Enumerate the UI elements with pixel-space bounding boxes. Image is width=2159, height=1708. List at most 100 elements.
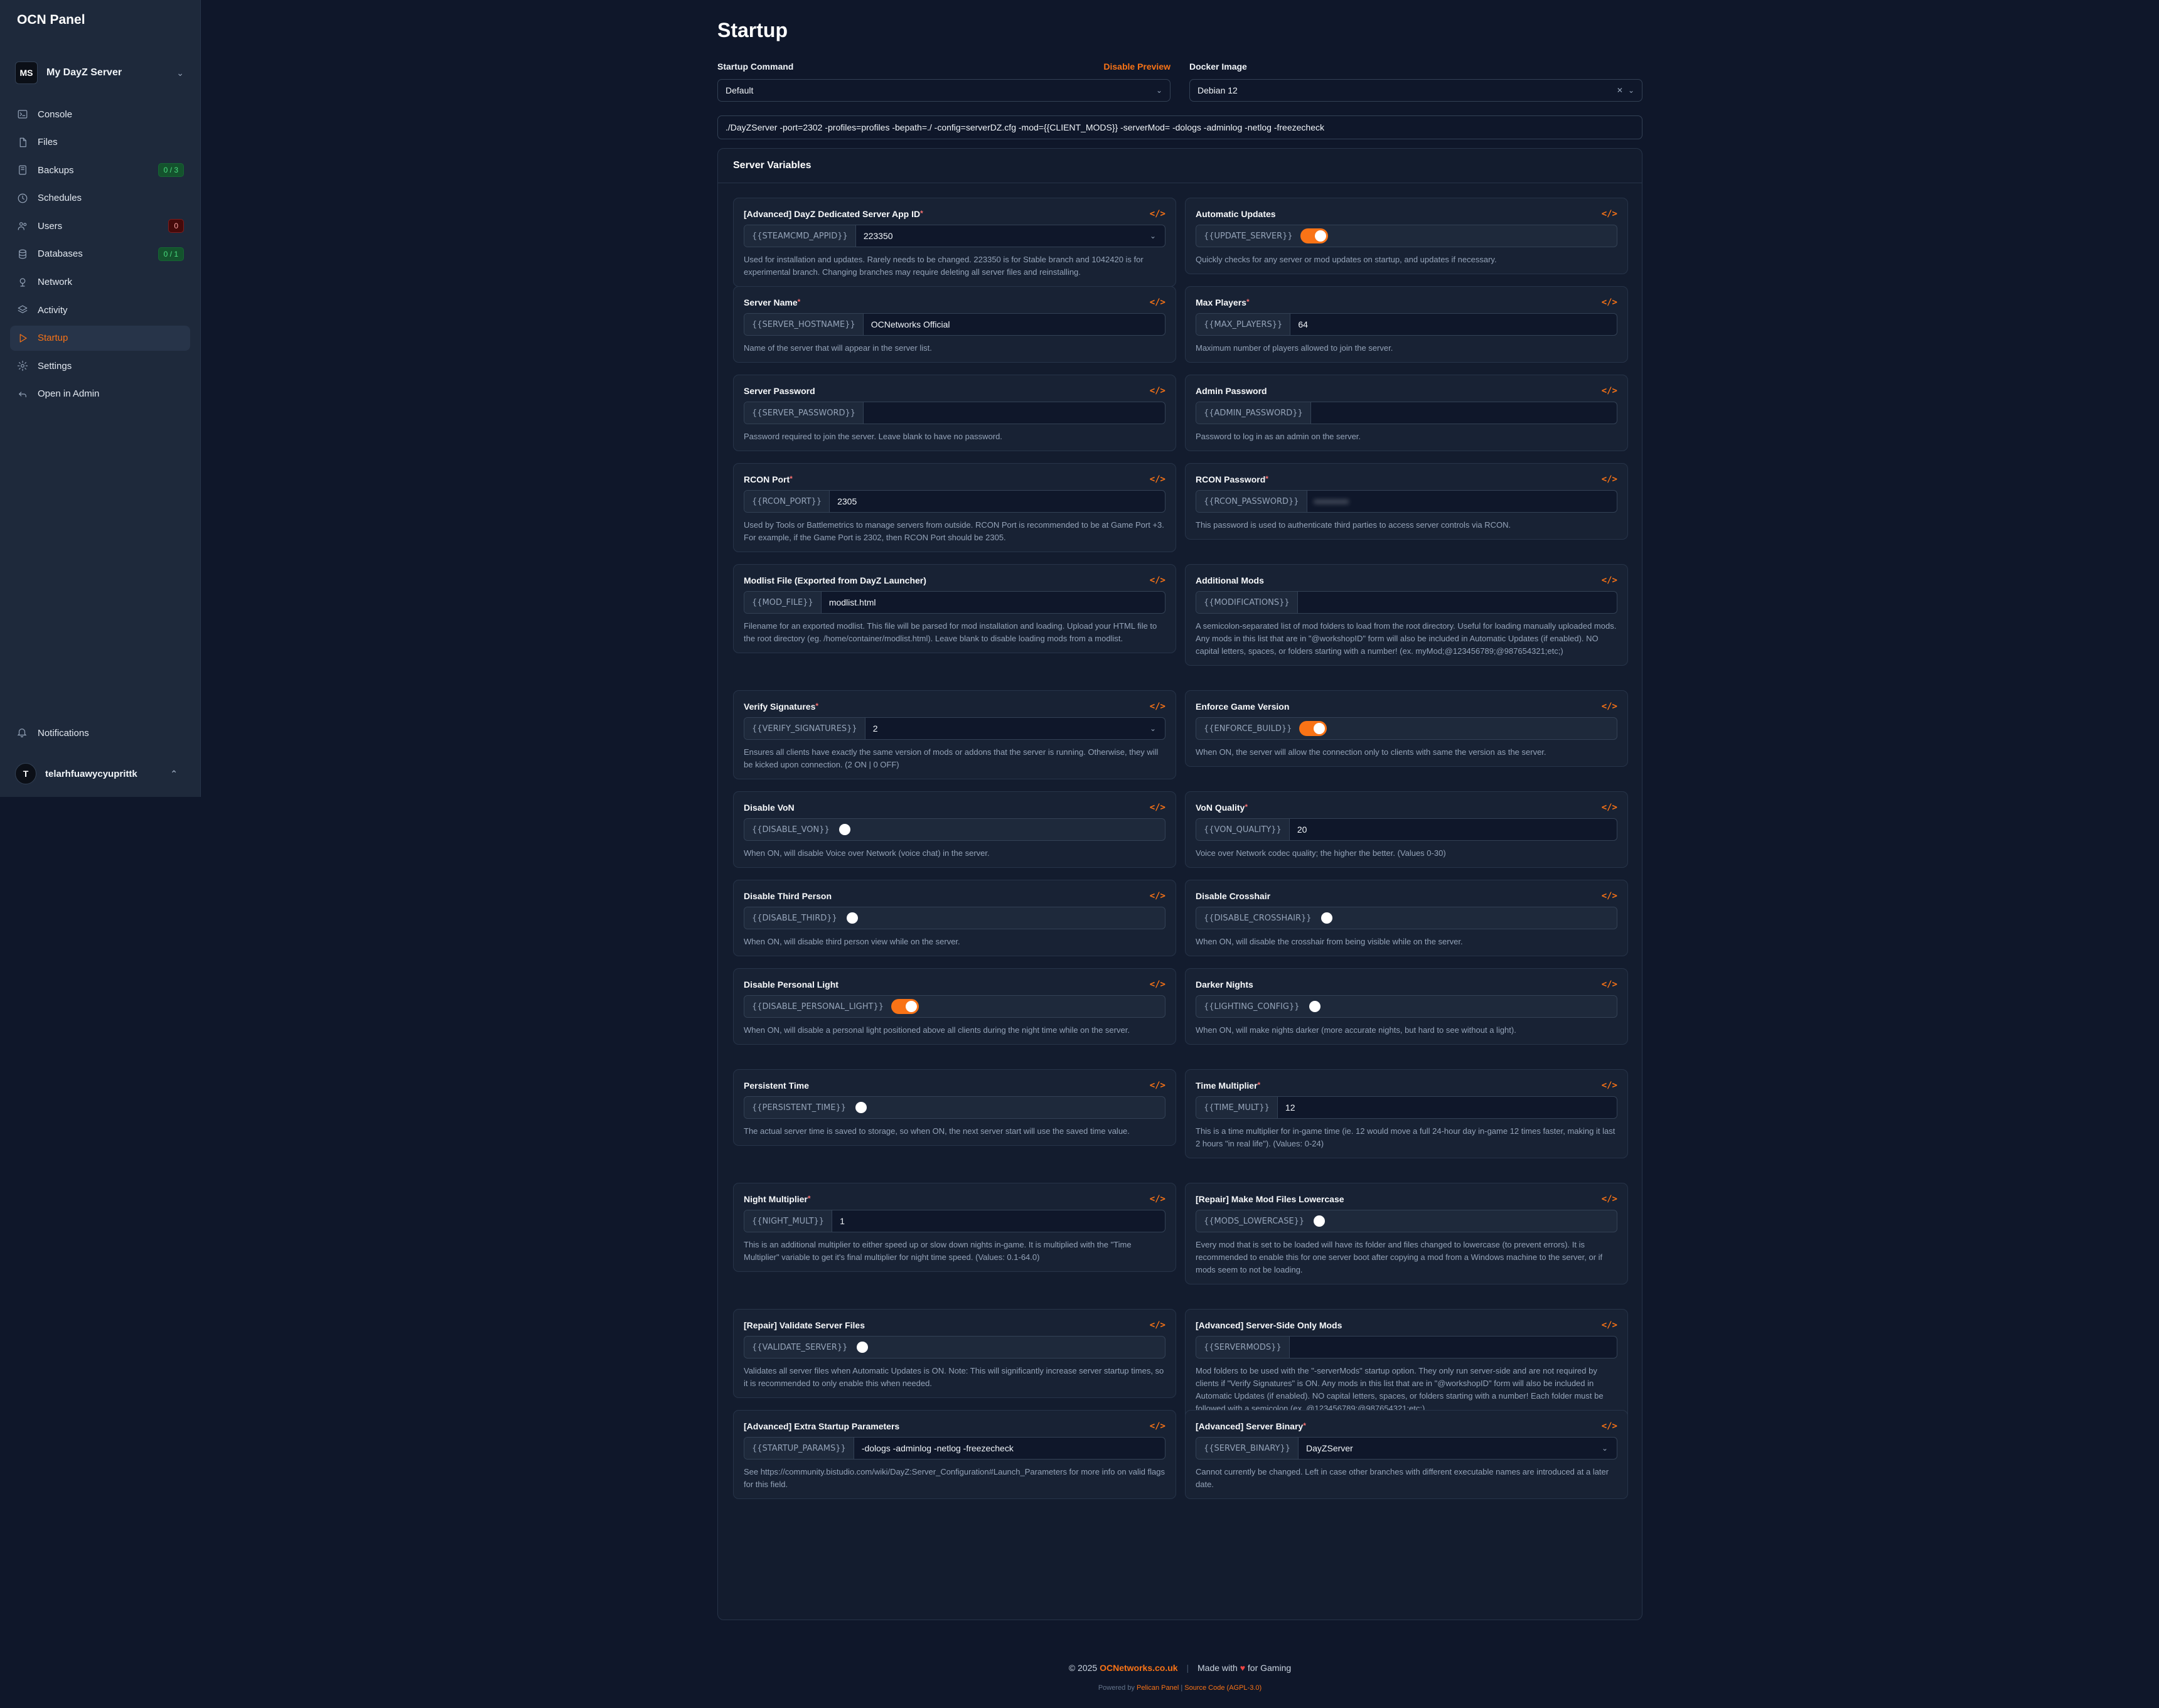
variable-input[interactable]: {{SERVERMODS}} xyxy=(1196,1336,1617,1358)
sidebar-item-files[interactable]: Files xyxy=(10,130,190,155)
sidebar-item-open-in-admin[interactable]: Open in Admin xyxy=(10,382,190,407)
code-icon[interactable]: </> xyxy=(1150,1194,1165,1204)
code-icon[interactable]: </> xyxy=(1602,1081,1617,1091)
server-selector[interactable]: MS My DayZ Server ⌄ xyxy=(10,60,190,85)
variable-input[interactable]: {{DISABLE_THIRD}} xyxy=(744,907,1165,929)
toggle-switch[interactable] xyxy=(1312,1214,1339,1229)
toggle-switch[interactable] xyxy=(854,1100,881,1115)
sidebar-item-backups[interactable]: Backups 0 / 3 xyxy=(10,157,190,183)
variable-input[interactable]: {{ADMIN_PASSWORD}} xyxy=(1196,402,1617,424)
sidebar-item-startup[interactable]: Startup xyxy=(10,325,190,351)
disable-preview-link[interactable]: Disable Preview xyxy=(1103,61,1171,73)
variable-input[interactable]: {{SERVER_PASSWORD}} xyxy=(744,402,1165,424)
variable-input[interactable]: {{SERVER_HOSTNAME}} OCNetworks Official xyxy=(744,313,1165,336)
clear-icon[interactable]: ✕ xyxy=(1617,86,1623,95)
notifications-button[interactable]: Notifications xyxy=(16,727,89,739)
page-title: Startup xyxy=(717,19,788,41)
variable-input[interactable]: {{UPDATE_SERVER}} xyxy=(1196,225,1617,247)
user-menu[interactable]: T telarhfuawycyuprittk ⌃ xyxy=(15,763,184,784)
source-link[interactable]: Source Code (AGPL-3.0) xyxy=(1184,1684,1262,1692)
toggle-switch[interactable] xyxy=(1307,999,1335,1014)
code-icon[interactable]: </> xyxy=(1602,1421,1617,1431)
main-content: Startup Startup Command Disable Preview … xyxy=(717,0,1642,1620)
site-link[interactable]: OCNetworks.co.uk xyxy=(1100,1663,1177,1673)
code-icon[interactable]: </> xyxy=(1150,979,1165,990)
variable-input[interactable]: {{PERSISTENT_TIME}} xyxy=(744,1096,1165,1119)
code-icon[interactable]: </> xyxy=(1602,386,1617,396)
toggle-switch[interactable] xyxy=(855,1340,882,1355)
code-icon[interactable]: </> xyxy=(1602,979,1617,990)
code-icon[interactable]: </> xyxy=(1150,1081,1165,1091)
code-icon[interactable]: </> xyxy=(1602,1320,1617,1330)
code-icon[interactable]: </> xyxy=(1150,702,1165,712)
avatar: T xyxy=(15,763,36,784)
code-icon[interactable]: </> xyxy=(1150,891,1165,901)
variable-input[interactable]: {{RCON_PORT}} 2305 xyxy=(744,490,1165,513)
pelican-link[interactable]: Pelican Panel xyxy=(1137,1684,1179,1692)
code-icon[interactable]: </> xyxy=(1602,1194,1617,1204)
code-icon[interactable]: </> xyxy=(1150,803,1165,813)
code-icon[interactable]: </> xyxy=(1150,1320,1165,1330)
variable-name: [Repair] Make Mod Files Lowercase xyxy=(1196,1194,1344,1204)
toggle-switch[interactable] xyxy=(845,910,872,926)
toggle-switch[interactable] xyxy=(891,999,919,1014)
variable-input[interactable]: {{DISABLE_PERSONAL_LIGHT}} xyxy=(744,995,1165,1018)
code-icon[interactable]: </> xyxy=(1602,474,1617,484)
variable-input[interactable]: {{MAX_PLAYERS}} 64 xyxy=(1196,313,1617,336)
variable-input[interactable]: {{VON_QUALITY}} 20 xyxy=(1196,818,1617,841)
code-icon[interactable]: </> xyxy=(1150,209,1165,219)
code-icon[interactable]: </> xyxy=(1150,474,1165,484)
code-icon[interactable]: </> xyxy=(1150,575,1165,585)
variable-name: [Advanced] Extra Startup Parameters xyxy=(744,1421,899,1431)
variable-input[interactable]: {{RCON_PASSWORD}} •••••••• xyxy=(1196,490,1617,513)
variable-input[interactable]: {{STEAMCMD_APPID}} 223350 ⌄ xyxy=(744,225,1165,247)
toggle-switch[interactable] xyxy=(837,822,865,837)
footer: © 2025 OCNetworks.co.uk | Made with ♥ fo… xyxy=(1068,1663,1292,1673)
variable-card: Modlist File (Exported from DayZ Launche… xyxy=(733,564,1176,653)
sidebar-item-users[interactable]: Users 0 xyxy=(10,213,190,238)
variable-input[interactable]: {{MOD_FILE}} modlist.html xyxy=(744,591,1165,614)
variable-card: Night Multiplier* </> {{NIGHT_MULT}} 1 This … xyxy=(733,1183,1176,1272)
code-icon[interactable]: </> xyxy=(1602,575,1617,585)
variable-input[interactable]: {{VERIFY_SIGNATURES}} 2 ⌄ xyxy=(744,717,1165,740)
docker-image-select[interactable]: Debian 12 ✕ ⌄ xyxy=(1189,79,1642,102)
sidebar-item-network[interactable]: Network xyxy=(10,270,190,295)
variable-input[interactable]: {{LIGHTING_CONFIG}} xyxy=(1196,995,1617,1018)
startup-command-label: Startup Command xyxy=(717,61,794,72)
variable-input[interactable]: {{MODS_LOWERCASE}} xyxy=(1196,1210,1617,1232)
variable-description: This is a time multiplier for in-game ti… xyxy=(1196,1126,1615,1148)
variable-input[interactable]: {{DISABLE_CROSSHAIR}} xyxy=(1196,907,1617,929)
variable-value: 223350 xyxy=(863,231,893,241)
startup-command-select[interactable]: Default ⌄ xyxy=(717,79,1171,102)
sidebar-item-schedules[interactable]: Schedules xyxy=(10,186,190,211)
code-icon[interactable]: </> xyxy=(1150,297,1165,307)
sidebar-item-databases[interactable]: Databases 0 / 1 xyxy=(10,242,190,267)
sidebar-item-label: Network xyxy=(38,277,73,288)
code-icon[interactable]: </> xyxy=(1602,702,1617,712)
variable-input[interactable]: {{ENFORCE_BUILD}} xyxy=(1196,717,1617,740)
variable-input[interactable]: {{MODIFICATIONS}} xyxy=(1196,591,1617,614)
startup-command-preview[interactable]: ./DayZServer -port=2302 -profiles=profil… xyxy=(717,115,1642,139)
env-variable-label: {{RCON_PORT}} xyxy=(744,491,830,512)
code-icon[interactable]: </> xyxy=(1150,1421,1165,1431)
toggle-switch[interactable] xyxy=(1319,910,1347,926)
code-icon[interactable]: </> xyxy=(1602,891,1617,901)
variable-input[interactable]: {{DISABLE_VON}} xyxy=(744,818,1165,841)
code-icon[interactable]: </> xyxy=(1602,209,1617,219)
code-icon[interactable]: </> xyxy=(1602,803,1617,813)
variable-input[interactable]: {{VALIDATE_SERVER}} xyxy=(744,1336,1165,1358)
server-avatar: MS xyxy=(15,61,38,84)
sidebar-item-activity[interactable]: Activity xyxy=(10,297,190,323)
sidebar-item-settings[interactable]: Settings xyxy=(10,353,190,378)
sidebar-item-console[interactable]: Console xyxy=(10,102,190,127)
env-variable-label: {{STARTUP_PARAMS}} xyxy=(744,1438,854,1459)
variable-input[interactable]: {{TIME_MULT}} 12 xyxy=(1196,1096,1617,1119)
toggle-switch[interactable] xyxy=(1300,228,1328,243)
code-icon[interactable]: </> xyxy=(1602,297,1617,307)
toggle-switch[interactable] xyxy=(1299,721,1327,736)
variable-name: VoN Quality* xyxy=(1196,803,1248,813)
variable-input[interactable]: {{STARTUP_PARAMS}} -dologs -adminlog -net… xyxy=(744,1437,1165,1460)
code-icon[interactable]: </> xyxy=(1150,386,1165,396)
variable-input[interactable]: {{NIGHT_MULT}} 1 xyxy=(744,1210,1165,1232)
variable-input[interactable]: {{SERVER_BINARY}} DayZServer ⌄ xyxy=(1196,1437,1617,1460)
